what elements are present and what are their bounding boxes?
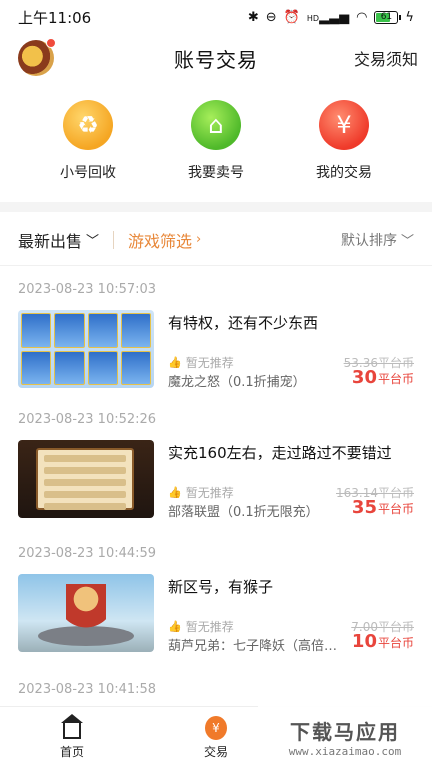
listing-price: 10 平台币 bbox=[351, 631, 414, 652]
listing-date: 2023-08-23 10:44:59 bbox=[18, 546, 157, 561]
listing-thumbnail bbox=[18, 440, 154, 518]
listing-game: 魔龙之怒（0.1折捕宠） bbox=[168, 375, 306, 390]
sort-label: 默认排序 bbox=[340, 232, 397, 249]
listing-thumbnail bbox=[18, 310, 154, 388]
listing-recommend: 👍 暂无推荐 bbox=[168, 620, 234, 634]
avatar[interactable] bbox=[18, 38, 56, 76]
money-bag-icon: ¥ bbox=[319, 100, 369, 150]
listing-title: 有特权，还有不少东西 bbox=[168, 314, 319, 332]
home-icon bbox=[61, 713, 83, 739]
list-item[interactable]: 2023-08-23 10:57:03 有特权，还有不少东西 👍 暂无推荐 魔龙之… bbox=[0, 268, 432, 398]
list-item[interactable]: 2023-08-23 10:52:26 实充160左右，走过路过不要错过 👍 暂无… bbox=[0, 398, 432, 528]
listing-date: 2023-08-23 10:57:03 bbox=[18, 282, 157, 297]
thumbs-up-icon: 👍 bbox=[168, 356, 182, 369]
status-bar: 上午11:06 ✱ ⊖ ⏰ HD▂▃▅ ◠ 61 ϟ bbox=[0, 0, 432, 34]
filter-bar: 最新出售 ﹀ 游戏筛选 › 默认排序 ﹀ bbox=[0, 214, 432, 266]
section-divider bbox=[0, 202, 432, 212]
alarm-icon: ⏰ bbox=[283, 9, 300, 25]
quick-action-label: 我要卖号 bbox=[188, 165, 244, 181]
latest-sale-dropdown[interactable]: 最新出售 ﹀ bbox=[18, 228, 99, 252]
watermark-title: 下载马应用 bbox=[290, 720, 400, 744]
filter-separator bbox=[113, 230, 115, 249]
quick-action-sell[interactable]: ⌂ 我要卖号 bbox=[166, 100, 266, 195]
shop-icon: ⌂ bbox=[191, 100, 241, 150]
listing-date: 2023-08-23 10:52:26 bbox=[18, 412, 157, 427]
game-filter-button[interactable]: 游戏筛选 › bbox=[128, 228, 201, 252]
listing-title: 实充160左右，走过路过不要错过 bbox=[168, 444, 392, 462]
listing-price: 30 平台币 bbox=[351, 367, 414, 388]
chevron-down-icon: ﹀ bbox=[86, 234, 100, 249]
tab-trade-label: 交易 bbox=[203, 745, 228, 759]
listing-date: 2023-08-23 10:41:58 bbox=[18, 682, 157, 697]
latest-sale-label: 最新出售 bbox=[18, 231, 83, 251]
watermark-url: www.xiazaimao.com bbox=[288, 745, 402, 758]
quick-actions: ♻ 小号回收 ⌂ 我要卖号 ¥ 我的交易 bbox=[0, 100, 432, 195]
thumbs-up-icon: 👍 bbox=[168, 486, 182, 499]
list-item[interactable]: 2023-08-23 10:41:58 bbox=[0, 668, 432, 706]
bluetooth-icon: ✱ bbox=[247, 9, 259, 25]
trade-notice-link[interactable]: 交易须知 bbox=[354, 46, 418, 70]
header: 账号交易 交易须知 bbox=[0, 34, 432, 82]
recycle-icon: ♻ bbox=[63, 100, 113, 150]
listing-title: 新区号，有猴子 bbox=[168, 578, 274, 596]
quick-action-recycle[interactable]: ♻ 小号回收 bbox=[38, 100, 138, 195]
sort-dropdown[interactable]: 默认排序 ﹀ bbox=[341, 230, 414, 250]
listing-recommend: 👍 暂无推荐 bbox=[168, 486, 234, 500]
quick-action-label: 我的交易 bbox=[316, 165, 372, 181]
page-title: 账号交易 bbox=[174, 47, 258, 72]
notification-dot bbox=[46, 38, 56, 48]
signal-icon: HD▂▃▅ bbox=[306, 9, 350, 25]
chevron-down-icon: ﹀ bbox=[400, 234, 414, 249]
listing-thumbnail bbox=[18, 574, 154, 652]
listing-game: 部落联盟（0.1折无限充） bbox=[168, 505, 319, 520]
charging-icon: ϟ bbox=[405, 9, 414, 25]
link-icon: ⊖ bbox=[265, 9, 277, 25]
listing-recommend: 👍 暂无推荐 bbox=[168, 356, 234, 370]
tab-home-label: 首页 bbox=[59, 745, 84, 759]
tab-home[interactable]: 首页 bbox=[0, 707, 144, 768]
quick-action-label: 小号回收 bbox=[60, 165, 116, 181]
chevron-right-icon: › bbox=[196, 232, 202, 247]
list-item[interactable]: 2023-08-23 10:44:59 新区号，有猴子 👍 暂无推荐 葫芦兄弟：七… bbox=[0, 532, 432, 662]
game-filter-label: 游戏筛选 bbox=[128, 231, 193, 251]
wifi-icon: ◠ bbox=[356, 9, 368, 25]
status-icons: ✱ ⊖ ⏰ HD▂▃▅ ◠ 61 ϟ bbox=[248, 10, 414, 25]
listing-price: 35 平台币 bbox=[351, 497, 414, 518]
listing-game: 葫芦兄弟：七子降妖（高倍… bbox=[168, 639, 338, 654]
thumbs-up-icon: 👍 bbox=[168, 620, 182, 633]
battery-icon: 61 bbox=[374, 10, 402, 24]
money-bag-icon: ¥ bbox=[205, 716, 227, 740]
quick-action-my-trades[interactable]: ¥ 我的交易 bbox=[294, 100, 394, 195]
watermark: 下载马应用 www.xiazaimao.com bbox=[258, 706, 432, 768]
status-time: 上午11:06 bbox=[18, 8, 92, 27]
